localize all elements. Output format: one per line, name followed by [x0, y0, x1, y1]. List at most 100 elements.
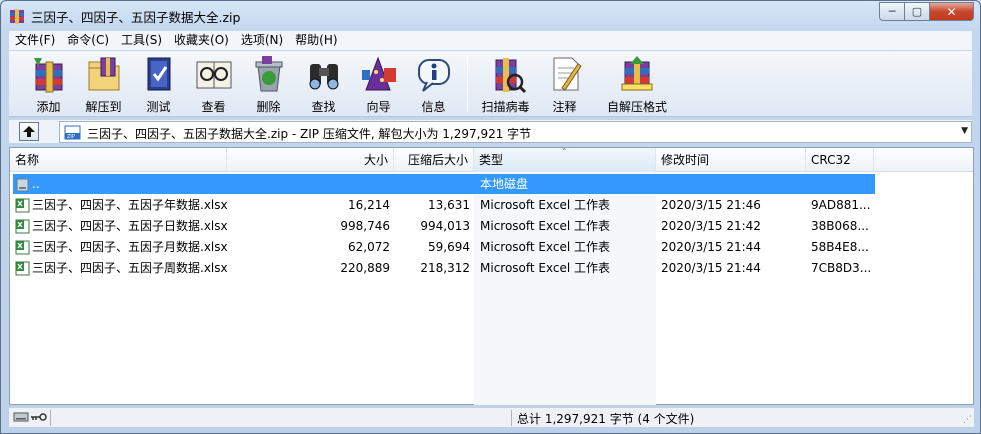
wizard-icon [361, 56, 396, 91]
file-list: 名称 大小 压缩后大小 类型 ˄ 修改时间 CRC32 .. 本地磁盘 三因子、… [9, 147, 974, 405]
view-label: 查看 [201, 100, 226, 114]
archive-path: 三因子、四因子、五因子数据大全.zip - ZIP 压缩文件, 解包大小为 1,… [87, 127, 532, 141]
winrar-window: 三因子、四因子、五因子数据大全.zip ─ ▢ ✕ 文件(F) 命令(C) 工具… [0, 0, 981, 434]
file-name: 三因子、四因子、五因子月数据.xlsx [32, 240, 228, 254]
status-bar: 总计 1,297,921 字节 (4 个文件) ⋰ [9, 407, 974, 427]
menu-tools[interactable]: 工具(S) [115, 31, 168, 50]
file-crc: 38B068... [811, 219, 869, 233]
file-type: Microsoft Excel 工作表 [480, 219, 611, 233]
comment-icon [553, 57, 582, 91]
test-icon [147, 57, 170, 91]
dropdown-arrow-icon[interactable]: ▼ [961, 126, 968, 136]
file-modified: 2020/3/15 21:46 [661, 198, 761, 212]
excel-file-icon [15, 240, 30, 255]
status-divider [511, 410, 512, 426]
drive-icon [16, 178, 29, 192]
file-type: Microsoft Excel 工作表 [480, 240, 611, 254]
window-title: 三因子、四因子、五因子数据大全.zip [31, 10, 241, 25]
column-header-crc[interactable]: CRC32 [806, 148, 874, 172]
file-size: 998,746 [340, 219, 390, 233]
menu-file[interactable]: 文件(F) [9, 31, 61, 50]
comment-label: 注释 [552, 100, 577, 114]
comment-button[interactable]: 注释 [537, 51, 592, 115]
file-type: Microsoft Excel 工作表 [480, 198, 611, 212]
add-label: 添加 [36, 100, 61, 114]
sfx-button[interactable]: 自解压格式 [592, 51, 682, 115]
up-folder-button[interactable] [19, 122, 39, 141]
virus-scan-label: 扫描病毒 [481, 100, 530, 114]
excel-file-icon [15, 261, 30, 276]
view-button[interactable]: 查看 [186, 51, 241, 115]
file-crc: 7CB8D3... [811, 261, 872, 275]
info-label: 信息 [421, 100, 446, 114]
zip-file-icon: ZIP [64, 125, 81, 140]
test-button[interactable]: 测试 [131, 51, 186, 115]
menu-help[interactable]: 帮助(H) [289, 31, 343, 50]
file-crc: 58B4E8... [811, 240, 869, 254]
find-icon [309, 64, 338, 90]
column-header-name[interactable]: 名称 [10, 148, 227, 172]
delete-button[interactable]: 删除 [241, 51, 296, 115]
maximize-button[interactable]: ▢ [905, 2, 930, 21]
file-name: 三因子、四因子、五因子日数据.xlsx [32, 219, 228, 233]
status-divider [50, 410, 51, 426]
window-controls: ─ ▢ ✕ [879, 2, 974, 22]
drive-key-icons[interactable] [13, 410, 47, 424]
table-row[interactable]: 三因子、四因子、五因子日数据.xlsx 998,746 994,013 Micr… [13, 216, 972, 237]
file-modified: 2020/3/15 21:44 [661, 240, 761, 254]
file-packed-size: 994,013 [420, 219, 470, 233]
menu-bar: 文件(F) 命令(C) 工具(S) 收藏夹(O) 选项(N) 帮助(H) [9, 31, 972, 50]
table-row[interactable]: 三因子、四因子、五因子年数据.xlsx 16,214 13,631 Micros… [13, 195, 972, 216]
file-packed-size: 218,312 [420, 261, 470, 275]
parent-folder-type: 本地磁盘 [480, 177, 529, 191]
excel-file-icon [15, 219, 30, 234]
excel-file-icon [15, 198, 30, 213]
extract-to-icon [88, 57, 119, 91]
table-row[interactable]: 三因子、四因子、五因子周数据.xlsx 220,889 218,312 Micr… [13, 258, 972, 279]
title-bar[interactable]: 三因子、四因子、五因子数据大全.zip ─ ▢ ✕ [1, 1, 980, 29]
wizard-button[interactable]: 向导 [351, 51, 406, 115]
file-packed-size: 13,631 [428, 198, 470, 212]
column-header-size[interactable]: 大小 [227, 148, 394, 172]
table-row[interactable]: 三因子、四因子、五因子月数据.xlsx 62,072 59,694 Micros… [13, 237, 972, 258]
sort-ascending-icon: ˄ [562, 148, 567, 158]
file-name: 三因子、四因子、五因子年数据.xlsx [32, 198, 228, 212]
wizard-label: 向导 [366, 100, 391, 114]
toolbar-separator [467, 56, 468, 112]
file-size: 62,072 [348, 240, 390, 254]
column-header-packed[interactable]: 压缩后大小 [394, 148, 474, 172]
winrar-app-icon[interactable] [9, 8, 25, 24]
extract-to-button[interactable]: 解压到 [76, 51, 131, 115]
toolbar: 添加 解压到 测试 查看 删除 查找 向导 信息 扫描病毒 注释 自解压格式 [9, 51, 972, 117]
sfx-label: 自解压格式 [606, 100, 667, 114]
address-field[interactable]: ZIP 三因子、四因子、五因子数据大全.zip - ZIP 压缩文件, 解包大小… [59, 121, 972, 143]
menu-commands[interactable]: 命令(C) [61, 31, 115, 50]
find-button[interactable]: 查找 [296, 51, 351, 115]
resize-grip-icon[interactable]: ⋰ [963, 415, 972, 425]
info-icon [417, 59, 450, 92]
add-button[interactable]: 添加 [21, 51, 76, 115]
virus-scan-icon [495, 58, 526, 94]
svg-text:ZIP: ZIP [67, 134, 75, 140]
status-total: 总计 1,297,921 字节 (4 个文件) [517, 412, 695, 426]
virus-scan-button[interactable]: 扫描病毒 [474, 51, 537, 115]
info-button[interactable]: 信息 [406, 51, 461, 115]
parent-folder-row[interactable]: .. 本地磁盘 [13, 174, 875, 194]
file-name: 三因子、四因子、五因子周数据.xlsx [32, 261, 228, 275]
minimize-button[interactable]: ─ [879, 2, 905, 21]
file-size: 16,214 [348, 198, 390, 212]
add-archive-icon [33, 58, 62, 93]
file-packed-size: 59,694 [428, 240, 470, 254]
column-header-modified[interactable]: 修改时间 [656, 148, 806, 172]
view-icon [196, 61, 231, 89]
close-button[interactable]: ✕ [930, 2, 974, 21]
menu-options[interactable]: 选项(N) [235, 31, 289, 50]
list-header: 名称 大小 压缩后大小 类型 ˄ 修改时间 CRC32 [10, 148, 973, 172]
extract-to-label: 解压到 [85, 100, 122, 114]
file-size: 220,889 [340, 261, 390, 275]
file-modified: 2020/3/15 21:42 [661, 219, 761, 233]
menu-favorites[interactable]: 收藏夹(O) [168, 31, 235, 50]
sfx-icon [621, 56, 653, 91]
file-modified: 2020/3/15 21:44 [661, 261, 761, 275]
file-type: Microsoft Excel 工作表 [480, 261, 611, 275]
